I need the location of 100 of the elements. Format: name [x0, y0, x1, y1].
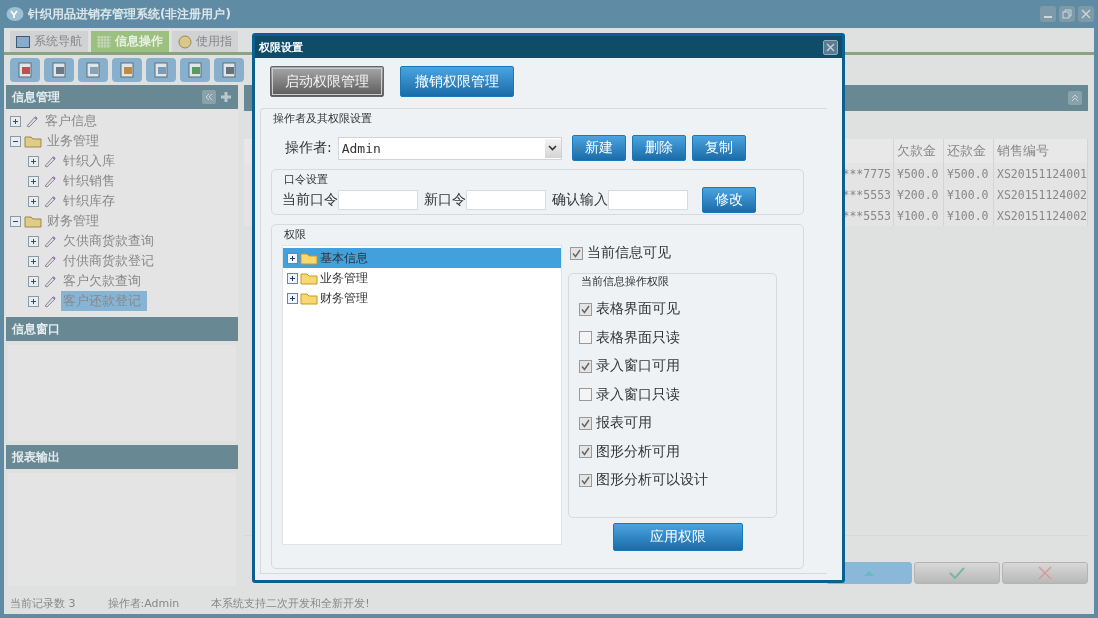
expander-icon[interactable] — [28, 255, 39, 267]
tree-item[interactable]: 财务管理 — [283, 288, 561, 308]
help-icon — [178, 34, 192, 49]
action-button[interactable]: 复制 — [691, 135, 746, 161]
pen-icon — [42, 294, 58, 308]
checkbox-label: 录入窗口可用 — [596, 357, 680, 376]
apply-button[interactable]: 应用权限 — [612, 523, 743, 551]
close-icon — [1080, 8, 1092, 20]
tree-item[interactable]: 基本信息 — [283, 248, 561, 268]
expander-icon[interactable] — [28, 155, 39, 167]
expander-icon[interactable] — [28, 235, 39, 247]
checkbox[interactable] — [579, 445, 592, 459]
pen-icon — [42, 234, 58, 248]
screen-tool-button[interactable] — [146, 58, 176, 82]
action-button[interactable]: 删除 — [631, 135, 686, 161]
search-tool-button[interactable] — [10, 58, 40, 82]
grid-icon — [97, 35, 111, 48]
table-cell: XS20151124002 — [994, 205, 1088, 226]
restore-icon — [1061, 8, 1073, 20]
folder-icon — [300, 251, 318, 265]
close-button[interactable] — [823, 39, 838, 55]
tab[interactable]: 系统导航 — [10, 31, 88, 52]
field-label: 操作者: — [285, 139, 332, 157]
checkbox[interactable] — [579, 302, 592, 316]
checkbox-label: 表格界面只读 — [596, 328, 680, 347]
tab[interactable]: 使用指 — [172, 31, 238, 52]
pen-icon — [42, 254, 58, 268]
password-field[interactable] — [466, 190, 546, 210]
column-header[interactable]: 销售编号 — [994, 139, 1088, 163]
expander-icon[interactable] — [28, 195, 39, 207]
tree-item[interactable]: 欠供商货款查询 — [61, 231, 156, 251]
pen-icon — [24, 114, 40, 128]
expander-icon[interactable] — [28, 275, 39, 287]
checkbox-label: 图形分析可用 — [596, 442, 680, 461]
window-title: 针织用品进销存管理系统(非注册用户) — [28, 5, 231, 23]
operator-select[interactable]: Admin — [337, 136, 562, 160]
expander-icon[interactable] — [28, 295, 39, 307]
table-cell: ¥100.0 — [894, 205, 944, 226]
print-tool-button[interactable] — [214, 58, 244, 82]
mode-button[interactable]: 撤销权限管理 — [400, 66, 514, 97]
column-header[interactable]: 欠款金 — [894, 139, 944, 163]
table-cell: XS20151124002 — [994, 184, 1088, 205]
tree-item[interactable]: 客户信息 — [43, 111, 99, 131]
tree-item[interactable]: 针织库存 — [61, 191, 117, 211]
checkbox[interactable] — [579, 473, 592, 487]
table-cell: ¥100.0 — [944, 205, 994, 226]
checkbox[interactable] — [579, 388, 592, 402]
tree-item[interactable]: 客户还款登记 — [61, 291, 147, 311]
dialog-title: 权限设置 — [259, 39, 303, 55]
checkbox[interactable] — [579, 331, 592, 345]
tab[interactable]: 信息操作 — [91, 31, 169, 52]
tree-item[interactable]: 针织销售 — [61, 171, 117, 191]
expander-icon[interactable] — [287, 252, 298, 264]
minimize-icon — [1044, 16, 1052, 18]
expander-icon[interactable] — [10, 215, 21, 227]
check-icon — [580, 360, 591, 372]
dropdown-icon[interactable] — [544, 138, 561, 158]
list-tool-button[interactable] — [44, 58, 74, 82]
status-text: 当前记录数 3 — [10, 595, 76, 611]
tree-item[interactable]: 业务管理 — [45, 131, 101, 151]
document-tool-button[interactable] — [78, 58, 108, 82]
panel-title: 报表输出 — [12, 448, 60, 466]
expander-icon[interactable] — [287, 272, 298, 284]
folder-icon — [24, 134, 42, 148]
expander-icon[interactable] — [10, 135, 21, 147]
tree-item[interactable]: 业务管理 — [283, 268, 561, 288]
check-icon — [580, 303, 591, 315]
expander-icon[interactable] — [28, 175, 39, 187]
check-icon — [949, 567, 965, 579]
table-cell: ¥100.0 — [944, 184, 994, 205]
folder-icon — [300, 271, 318, 285]
tree-item[interactable]: 财务管理 — [45, 211, 101, 231]
users-tool-button[interactable] — [112, 58, 142, 82]
checkbox-label: 当前信息可见 — [587, 244, 671, 262]
check-icon — [580, 417, 591, 429]
pen-icon — [42, 274, 58, 288]
modify-button[interactable]: 修改 — [702, 187, 756, 213]
checkbox-label: 图形分析可以设计 — [596, 471, 708, 490]
check-icon — [580, 446, 591, 458]
checkbox-label: 录入窗口只读 — [596, 385, 680, 404]
monitor-icon — [16, 35, 30, 48]
add-tool-button[interactable] — [180, 58, 210, 82]
column-header[interactable]: 还款金 — [944, 139, 994, 163]
table-cell: XS20151124001 — [994, 163, 1088, 184]
checkbox[interactable] — [579, 359, 592, 373]
expander-icon[interactable] — [10, 115, 21, 127]
tree-item[interactable]: 付供商货款登记 — [61, 251, 156, 271]
tree-item[interactable]: 客户欠款查询 — [61, 271, 143, 291]
checkbox-label: 报表可用 — [596, 414, 652, 433]
action-button[interactable]: 新建 — [571, 135, 626, 161]
password-field[interactable] — [608, 190, 688, 210]
checkbox-label: 表格界面可见 — [596, 300, 680, 319]
checkbox[interactable] — [579, 416, 592, 430]
password-field[interactable] — [338, 190, 418, 210]
pen-icon — [42, 174, 58, 188]
section-title: 操作者及其权限设置 — [272, 111, 372, 126]
panel-title: 信息管理 — [12, 88, 60, 106]
checkbox[interactable] — [570, 246, 583, 260]
tree-item[interactable]: 针织入库 — [61, 151, 117, 171]
expander-icon[interactable] — [287, 292, 298, 304]
